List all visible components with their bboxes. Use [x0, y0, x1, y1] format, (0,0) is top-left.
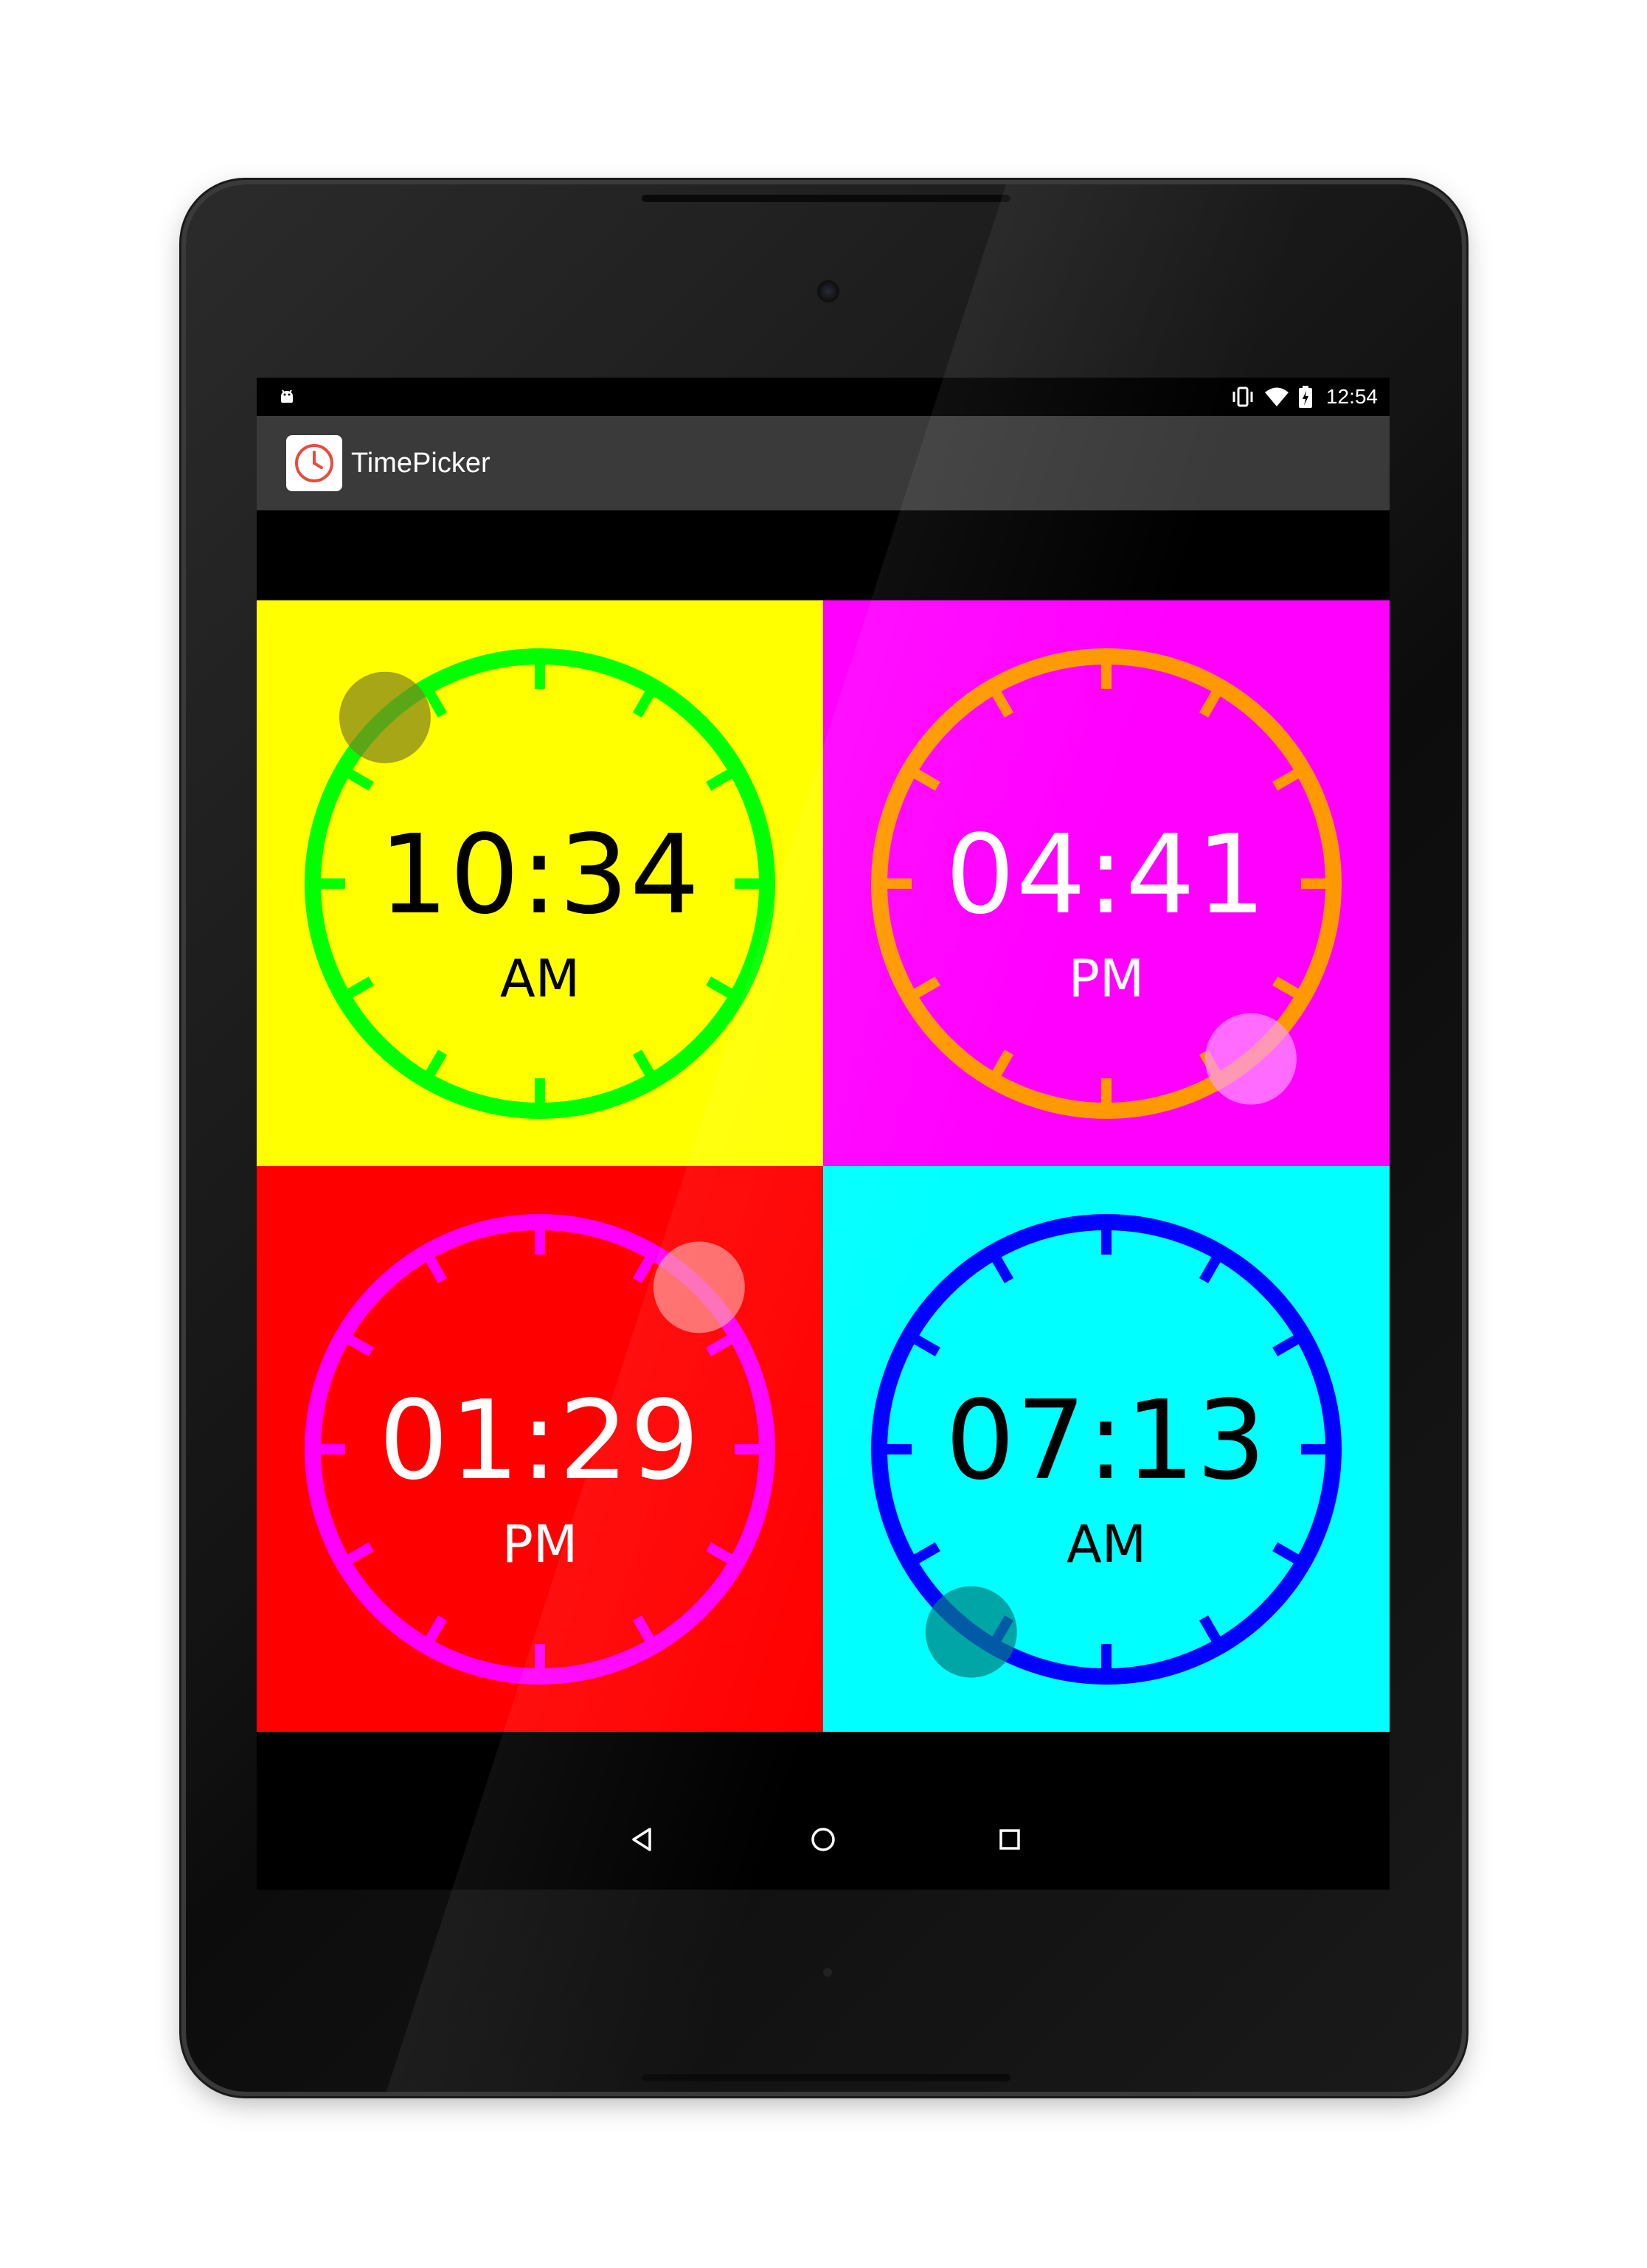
vibrate-icon	[1230, 386, 1255, 408]
hour-tick	[1199, 690, 1221, 718]
status-time: 12:54	[1325, 385, 1378, 408]
hour-tick	[347, 769, 374, 791]
hour-tick	[1199, 1256, 1221, 1283]
action-bar: TimePicker	[257, 416, 1390, 510]
back-button[interactable]	[620, 1817, 665, 1862]
tablet-device: 12:54 TimePicker 10:34 AM 04:41 PM 01:29…	[186, 184, 1462, 2092]
period-toggle[interactable]: PM	[823, 953, 1390, 1005]
time-picker-3[interactable]: 01:29 PM	[257, 1166, 823, 1732]
hour-tick	[632, 1050, 655, 1077]
hour-tick	[991, 690, 1014, 718]
period-toggle[interactable]: PM	[257, 1519, 823, 1570]
hour-tick	[425, 1615, 448, 1643]
hour-tick	[1272, 1334, 1300, 1357]
home-button[interactable]	[801, 1817, 845, 1862]
hour-tick	[632, 1256, 655, 1283]
app-icon[interactable]	[286, 435, 342, 491]
dial-drag-handle[interactable]	[1204, 1013, 1297, 1105]
status-bar: 12:54	[257, 378, 1390, 416]
dial-drag-handle[interactable]	[925, 1586, 1017, 1678]
home-circle-icon	[811, 1828, 835, 1851]
recents-button[interactable]	[988, 1817, 1032, 1862]
hour-tick	[1272, 769, 1300, 791]
device-screen: 12:54 TimePicker 10:34 AM 04:41 PM 01:29…	[257, 378, 1390, 1890]
period-toggle[interactable]: AM	[257, 953, 823, 1005]
period-toggle[interactable]: AM	[823, 1519, 1390, 1570]
hour-tick	[1199, 1615, 1221, 1643]
time-picker-4[interactable]: 07:13 AM	[823, 1166, 1390, 1732]
wifi-icon	[1264, 386, 1289, 408]
hour-tick	[991, 1050, 1014, 1077]
time-display: 10:34	[378, 811, 701, 938]
back-triangle-icon	[632, 1828, 651, 1851]
top-speaker	[642, 195, 1010, 202]
hour-tick	[706, 1334, 733, 1357]
time-picker-1[interactable]: 10:34 AM	[257, 600, 823, 1166]
time-picker-grid: 10:34 AM 04:41 PM 01:29 PM 07:13 AM	[257, 600, 1390, 1732]
hour-tick	[425, 690, 448, 718]
dial-drag-handle[interactable]	[339, 671, 431, 763]
android-debug-icon	[276, 385, 298, 407]
app-title: TimePicker	[351, 447, 490, 479]
navigation-bar	[257, 1789, 1390, 1890]
hour-tick	[913, 769, 940, 791]
hour-tick	[425, 1256, 448, 1283]
time-picker-2[interactable]: 04:41 PM	[823, 600, 1390, 1166]
time-display: 01:29	[378, 1377, 701, 1504]
hour-tick	[347, 1334, 374, 1357]
hour-tick	[632, 690, 655, 718]
hour-tick	[632, 1615, 655, 1643]
hour-tick	[991, 1256, 1014, 1283]
dial-drag-handle[interactable]	[653, 1241, 745, 1334]
time-display: 04:41	[945, 811, 1268, 938]
battery-charging-icon	[1298, 385, 1313, 409]
bottom-speaker	[642, 2074, 1010, 2081]
hour-tick	[706, 769, 733, 791]
clock-icon	[295, 444, 333, 482]
hour-tick	[913, 1334, 940, 1357]
hour-tick	[425, 1050, 448, 1077]
front-camera	[817, 280, 839, 302]
time-display: 07:13	[945, 1377, 1268, 1504]
recents-square-icon	[999, 1829, 1020, 1850]
bottom-sensor	[823, 1968, 832, 1977]
